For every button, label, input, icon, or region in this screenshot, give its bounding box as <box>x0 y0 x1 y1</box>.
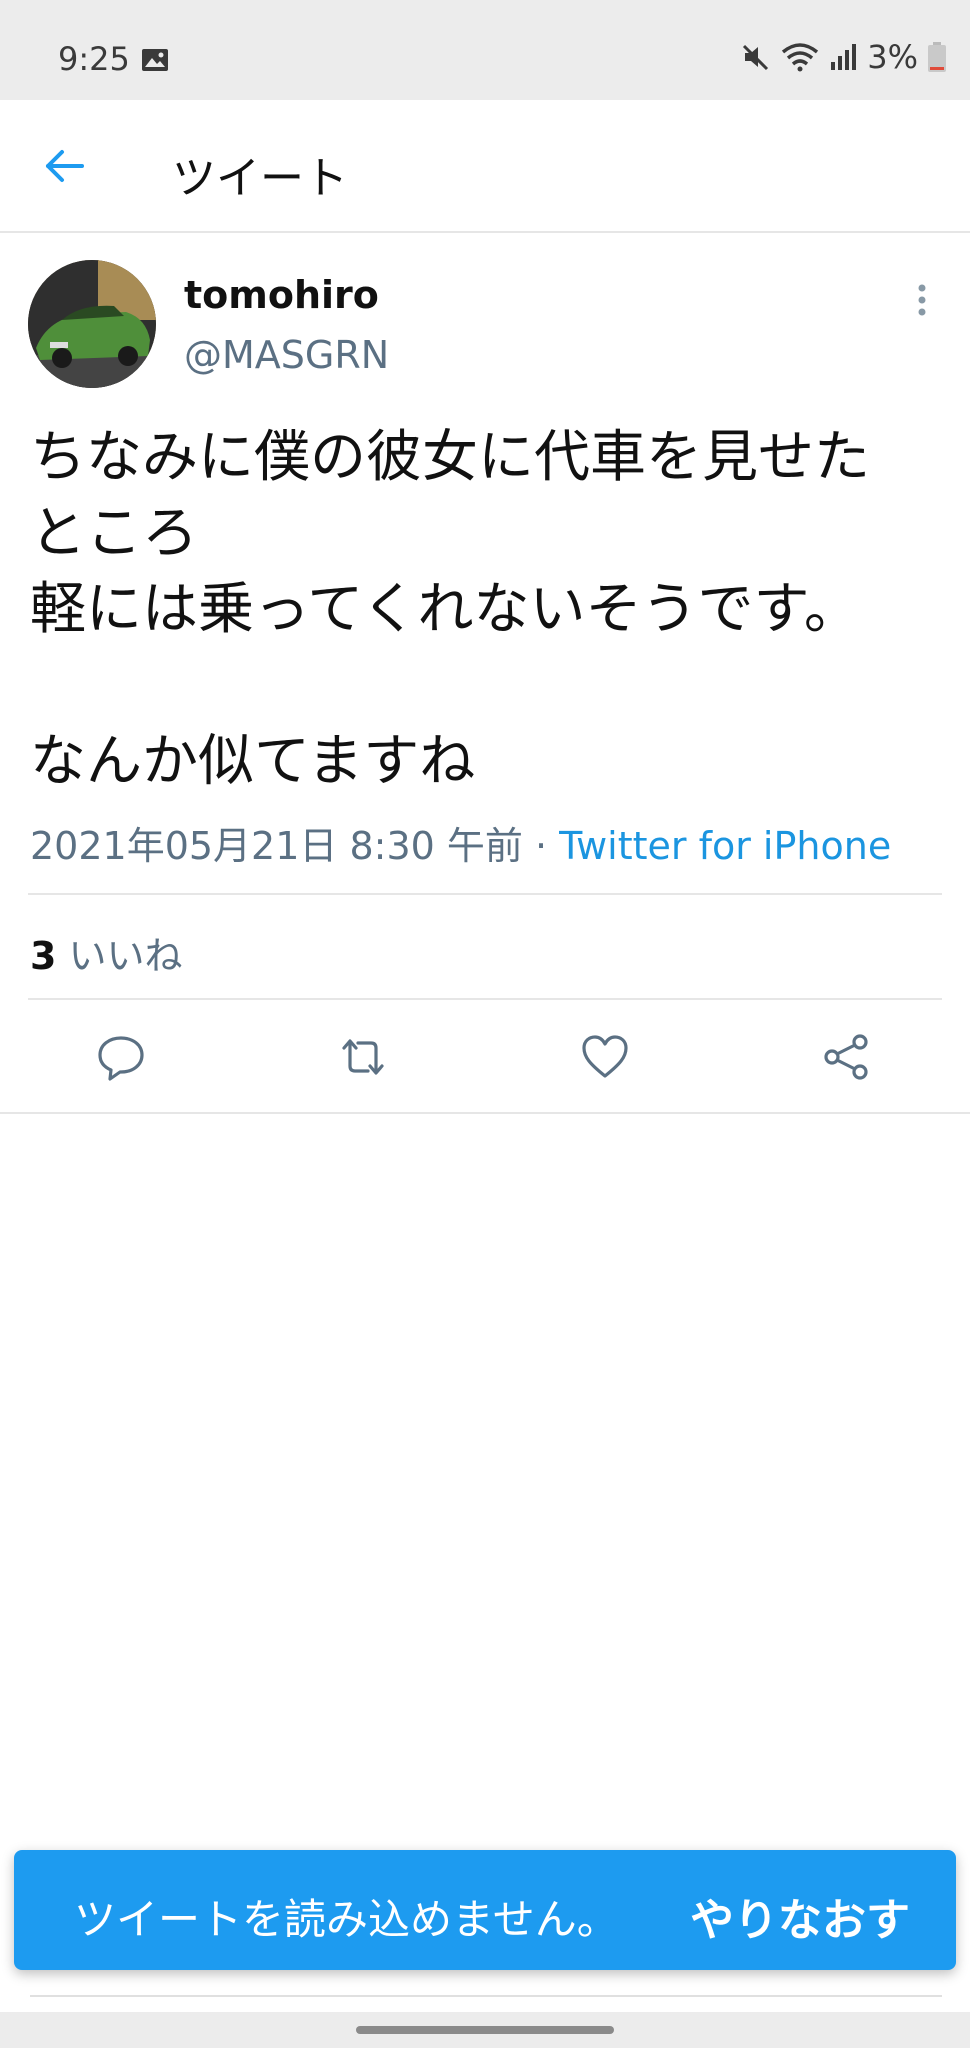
mute-icon <box>743 44 769 71</box>
tweet-text: ちなみに僕の彼女に代車を見せた ところ 軽には乗ってくれないそうです。 なんか似… <box>30 425 870 794</box>
divider <box>28 893 942 895</box>
snackbar-message: ツイートを読み込めません。 <box>74 1895 619 1944</box>
retry-button[interactable]: やりなおす <box>690 1884 910 1948</box>
status-time: 9:25 <box>58 40 130 78</box>
more-vertical-icon[interactable] <box>902 280 942 320</box>
back-arrow-icon[interactable] <box>42 144 86 188</box>
tweet-source[interactable]: Twitter for iPhone <box>559 824 891 868</box>
meta-separator: · <box>522 824 560 868</box>
divider <box>28 998 942 1000</box>
app-bar: ツイート <box>0 100 970 233</box>
battery-percent: 3% <box>867 38 918 76</box>
error-snackbar: ツイートを読み込めません。 やりなおす <box>14 1850 956 1970</box>
battery-icon <box>928 42 946 72</box>
page-title: ツイート <box>172 153 348 204</box>
author-handle[interactable]: @MASGRN <box>184 333 389 377</box>
like-label: いいね <box>68 934 183 978</box>
status-bar: 9:25 3% <box>0 0 970 100</box>
status-right: 3% <box>741 38 946 76</box>
avatar[interactable] <box>28 260 156 388</box>
wifi-icon <box>782 43 819 72</box>
share-icon[interactable] <box>822 1032 872 1082</box>
tweet-meta: 2021年05月21日 8:30 午前 · Twitter for iPhone <box>30 815 891 870</box>
home-gesture-handle[interactable] <box>356 2026 614 2034</box>
tweet-date: 2021年05月21日 8:30 午前 <box>30 824 523 868</box>
like-count: 3 <box>30 934 57 978</box>
avatar-car-image <box>28 260 156 388</box>
like-icon[interactable] <box>580 1032 630 1082</box>
retweet-icon[interactable] <box>338 1032 388 1082</box>
image-icon <box>142 49 168 71</box>
divider <box>0 1112 970 1114</box>
likes-summary[interactable]: 3 いいね <box>30 925 183 980</box>
signal-icon <box>831 44 857 70</box>
author-name[interactable]: tomohiro <box>184 273 379 317</box>
divider <box>30 1995 942 1997</box>
reply-icon[interactable] <box>96 1032 146 1082</box>
navigation-bar <box>0 2012 970 2048</box>
